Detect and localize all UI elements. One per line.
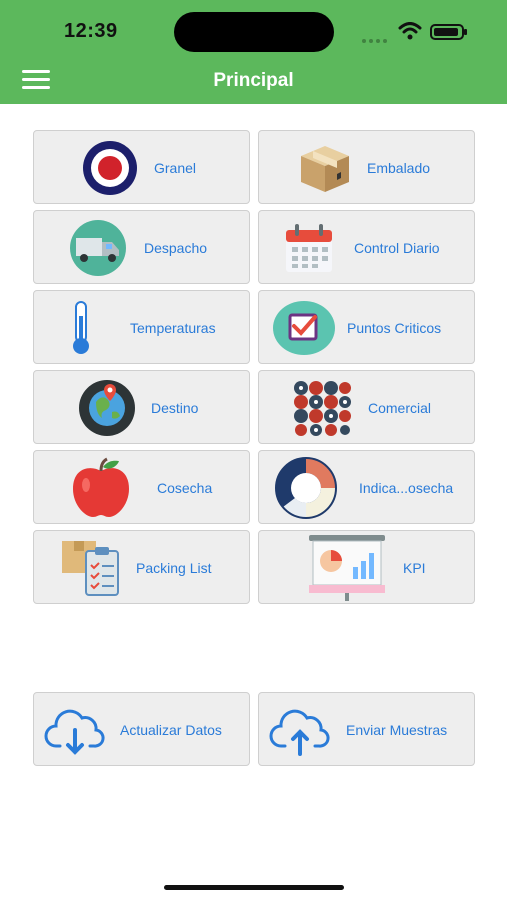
tile-label: Indica...osecha — [359, 480, 454, 496]
box-icon — [301, 146, 349, 192]
globe-pin-icon — [79, 380, 135, 436]
tile-despacho[interactable]: Despacho — [33, 210, 250, 284]
tile-label: Despacho — [144, 240, 208, 256]
tile-comercial[interactable]: Comercial — [258, 370, 475, 444]
tile-label: Packing List — [136, 560, 212, 576]
page-title: Principal — [213, 70, 294, 91]
tile-label: Embalado — [367, 160, 431, 176]
ring-target-icon — [83, 141, 137, 195]
battery-icon — [430, 24, 467, 40]
grid-dots-icon — [294, 381, 351, 436]
actualizar-datos-button[interactable]: Actualizar Datos — [33, 692, 250, 766]
tile-label: Comercial — [368, 400, 432, 416]
tile-granel[interactable]: Granel — [33, 130, 250, 204]
status-time: 12:39 — [64, 20, 118, 42]
camera-notch — [174, 12, 334, 52]
nav-bar: Principal — [0, 58, 507, 104]
calendar-icon — [286, 224, 332, 272]
action-label: Enviar Muestras — [346, 722, 448, 738]
thermometer-icon — [73, 301, 89, 354]
signal-icon — [362, 30, 390, 48]
tile-label: Control Diario — [354, 240, 440, 256]
tile-packing-list[interactable]: Packing List — [33, 530, 250, 604]
wifi-icon — [398, 22, 422, 40]
tile-label: Granel — [154, 160, 197, 176]
truck-icon — [70, 220, 126, 276]
status-indicators — [362, 22, 472, 43]
donut-chart-icon — [275, 457, 337, 519]
cloud-upload-icon — [269, 709, 330, 756]
home-indicator[interactable] — [164, 885, 344, 890]
checkbox-icon — [273, 301, 335, 355]
enviar-muestras-button[interactable]: Enviar Muestras — [258, 692, 475, 766]
apple-icon — [73, 457, 129, 517]
tile-indicadores-cosecha[interactable]: Indica...osecha — [258, 450, 475, 524]
status-bar: 12:39 — [0, 0, 507, 58]
tile-label: Puntos Criticos — [347, 320, 442, 336]
clipboard-box-icon — [62, 541, 119, 596]
tile-destino[interactable]: Destino — [33, 370, 250, 444]
tile-control-diario[interactable]: Control Diario — [258, 210, 475, 284]
tile-label: Temperaturas — [130, 320, 216, 336]
presentation-chart-icon — [309, 535, 385, 601]
tile-label: KPI — [403, 560, 426, 576]
tile-temperaturas[interactable]: Temperaturas — [33, 290, 250, 364]
tile-cosecha[interactable]: Cosecha — [33, 450, 250, 524]
tile-kpi[interactable]: KPI — [258, 530, 475, 604]
tile-label: Destino — [151, 400, 199, 416]
action-label: Actualizar Datos — [120, 722, 222, 738]
tile-puntos-criticos[interactable]: Puntos Criticos — [258, 290, 475, 364]
cloud-download-icon — [44, 709, 105, 755]
tile-embalado[interactable]: Embalado — [258, 130, 475, 204]
tile-label: Cosecha — [157, 480, 213, 496]
